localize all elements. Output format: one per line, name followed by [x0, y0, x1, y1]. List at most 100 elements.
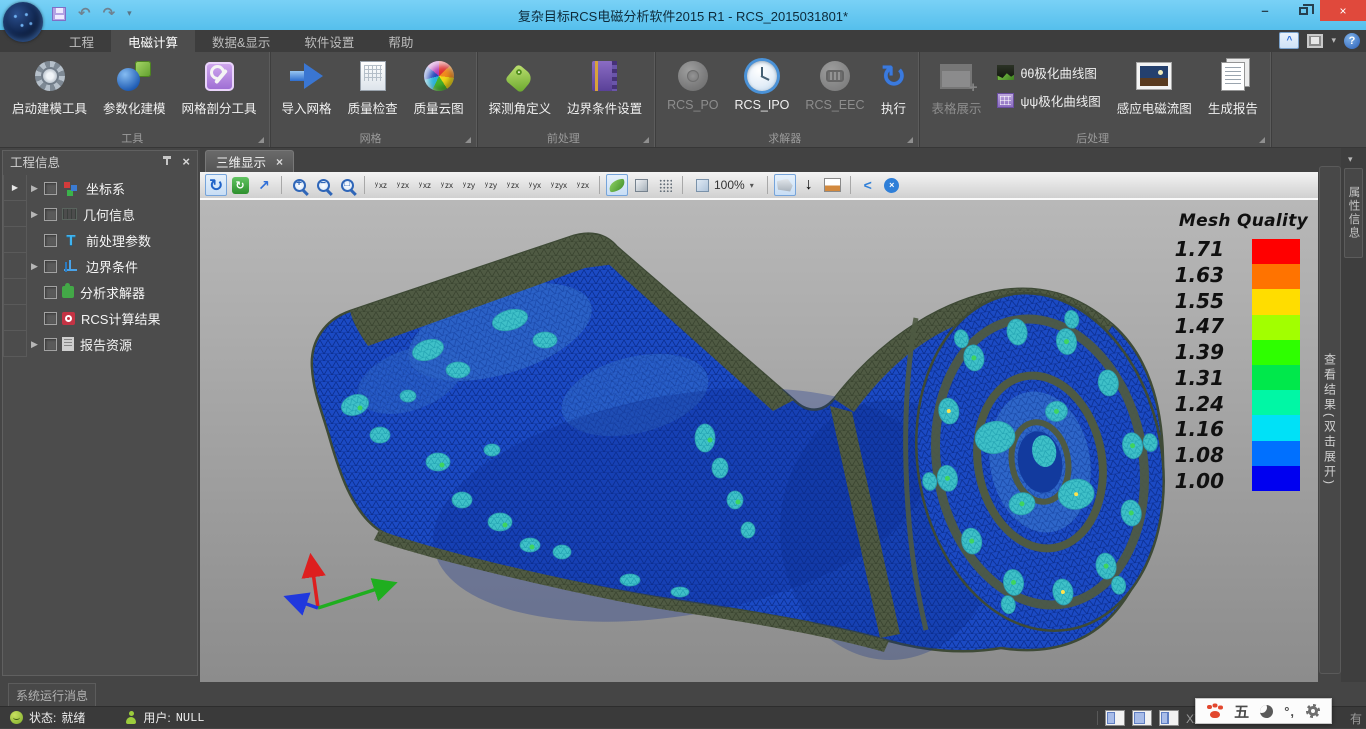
- ribbon-button-网格剖分工具[interactable]: 网格剖分工具: [174, 55, 265, 119]
- save-icon[interactable]: [52, 7, 66, 21]
- ime-settings-gear-icon[interactable]: [1306, 704, 1320, 718]
- view-orientation-button-2[interactable]: yxz: [415, 174, 435, 196]
- clip-plane-button[interactable]: [774, 174, 796, 196]
- layout-wide-panel-button[interactable]: [1132, 710, 1152, 726]
- restore-icon: [1299, 7, 1308, 15]
- group-dialog-launcher-icon[interactable]: [258, 137, 264, 143]
- close-view-button[interactable]: ×: [881, 174, 903, 196]
- ime-toolbar[interactable]: 五 °,: [1195, 698, 1332, 724]
- help-button[interactable]: ?: [1344, 33, 1360, 49]
- flat-shade-button[interactable]: [630, 174, 652, 196]
- property-info-collapsed-tab[interactable]: 属性信息: [1344, 168, 1363, 258]
- ribbon-button-导入网格[interactable]: 导入网格: [274, 55, 340, 119]
- panel-close-icon[interactable]: ×: [182, 155, 190, 168]
- undo-icon[interactable]: ↶: [78, 6, 91, 21]
- tree-item-坐标系[interactable]: ▶▶坐标系: [3, 175, 197, 201]
- tree-item-边界条件[interactable]: ▶ 边界条件: [3, 253, 197, 279]
- mesh-model[interactable]: [200, 200, 1318, 682]
- app-logo[interactable]: [3, 2, 43, 42]
- menu-tab-数据&显示[interactable]: 数据&显示: [195, 30, 287, 52]
- tab-3d-display[interactable]: 三维显示 ×: [205, 150, 294, 172]
- tree-item-RCS计算结果[interactable]: RCS计算结果: [3, 305, 197, 331]
- tree-checkbox[interactable]: [44, 312, 57, 325]
- grid-dots-button[interactable]: [654, 174, 676, 196]
- menu-tab-帮助[interactable]: 帮助: [371, 30, 430, 52]
- view-orientation-button-8[interactable]: yzyx: [547, 174, 571, 196]
- tree-item-分析求解器[interactable]: 分析求解器: [3, 279, 197, 305]
- zoom-out-button[interactable]: −: [312, 174, 334, 196]
- tree-checkbox[interactable]: [44, 208, 57, 221]
- group-dialog-launcher-icon[interactable]: [643, 137, 649, 143]
- group-dialog-launcher-icon[interactable]: [1259, 137, 1265, 143]
- view-orientation-button-7[interactable]: yyx: [525, 174, 545, 196]
- dock-caret-icon[interactable]: ▾: [1348, 154, 1353, 165]
- tree-item-几何信息[interactable]: ▶几何信息: [3, 201, 197, 227]
- system-messages-tab[interactable]: 系统运行消息: [8, 683, 96, 706]
- view-orientation-button-5[interactable]: yzy: [481, 174, 501, 196]
- export-image-button[interactable]: [822, 174, 844, 196]
- ribbon-button-质量检查[interactable]: 质量检查: [340, 55, 406, 119]
- ribbon-button-质量云图[interactable]: 质量云图: [406, 55, 472, 119]
- view-orientation-button-0[interactable]: yxz: [371, 174, 391, 196]
- tree-checkbox[interactable]: [44, 338, 57, 351]
- collapse-ribbon-button[interactable]: ^: [1279, 32, 1299, 49]
- view-orientation-button-3[interactable]: yzx: [437, 174, 457, 196]
- pin-icon[interactable]: [162, 156, 172, 168]
- tree-checkbox[interactable]: [44, 182, 57, 195]
- tree-item-前处理参数[interactable]: 前处理参数: [3, 227, 197, 253]
- ribbon-button-感应电磁流图[interactable]: 感应电磁流图: [1109, 55, 1200, 119]
- view-orientation-button-4[interactable]: yzy: [459, 174, 479, 196]
- zoom-level-select[interactable]: 100%▾: [689, 174, 761, 196]
- zoom-fit-button[interactable]: □: [336, 174, 358, 196]
- ime-wubi-mode-button[interactable]: 五: [1234, 701, 1249, 722]
- group-dialog-launcher-icon[interactable]: [465, 137, 471, 143]
- ribbon-button-参数化建模[interactable]: 参数化建模: [95, 55, 174, 119]
- menu-tab-电磁计算[interactable]: 电磁计算: [111, 30, 195, 52]
- arrow_down-button[interactable]: ↓: [798, 174, 820, 196]
- ribbon-button-边界条件设置[interactable]: 边界条件设置: [559, 55, 650, 119]
- share-button[interactable]: <: [857, 174, 879, 196]
- layout-left-panel-button[interactable]: [1105, 710, 1125, 726]
- menu-tab-工程[interactable]: 工程: [52, 30, 111, 52]
- expand-arrow-icon[interactable]: ▶: [27, 261, 42, 272]
- ribbon-button-探测角定义[interactable]: 探测角定义: [481, 55, 560, 119]
- view-orientation-button-6[interactable]: yzx: [503, 174, 523, 196]
- tree-checkbox[interactable]: [44, 260, 57, 273]
- ribbon-button-RCS_IPO[interactable]: RCS_IPO: [727, 55, 798, 114]
- redo-icon[interactable]: ↷: [103, 6, 116, 21]
- rotate-button[interactable]: ↻: [205, 174, 227, 196]
- ime-halfwidth-moon-icon[interactable]: [1260, 705, 1273, 718]
- orbit-button[interactable]: ↻: [229, 174, 251, 196]
- expand-arrow-icon[interactable]: ▶: [27, 339, 42, 350]
- menu-tab-软件设置[interactable]: 软件设置: [287, 30, 371, 52]
- ribbon-button-启动建模工具[interactable]: 启动建模工具: [4, 55, 95, 119]
- results-collapsed-tab[interactable]: 查看结果(双击展开): [1319, 166, 1341, 674]
- ime-punctuation-button[interactable]: °,: [1284, 704, 1295, 719]
- ribbon-button-ψψ极化曲线图[interactable]: ψψ极化曲线图: [997, 91, 1100, 110]
- ribbon-button-执行[interactable]: ↻执行: [872, 55, 914, 119]
- group-dialog-launcher-icon[interactable]: [907, 137, 913, 143]
- tree-item-label: 边界条件: [86, 257, 138, 276]
- quick-access-caret-icon[interactable]: ▾: [127, 8, 132, 19]
- tree-checkbox[interactable]: [44, 234, 57, 247]
- screen-icon[interactable]: [1307, 34, 1323, 48]
- restore-button[interactable]: [1286, 0, 1320, 21]
- layout-narrow-panel-button[interactable]: [1159, 710, 1179, 726]
- view-orientation-button-9[interactable]: yzx: [573, 174, 593, 196]
- ime-logo-paw-icon[interactable]: [1207, 704, 1223, 719]
- minimize-button[interactable]: –: [1248, 0, 1282, 21]
- screen-caret-icon[interactable]: ▾: [1331, 35, 1336, 46]
- tree-item-报告资源[interactable]: ▶报告资源: [3, 331, 197, 357]
- tree-checkbox[interactable]: [44, 286, 57, 299]
- expand-arrow-icon[interactable]: ▶: [27, 183, 42, 194]
- ribbon-button-生成报告[interactable]: 生成报告: [1200, 55, 1266, 119]
- tab-close-icon[interactable]: ×: [276, 155, 283, 169]
- pan-button[interactable]: ↗: [253, 174, 275, 196]
- zoom-in-button[interactable]: +: [288, 174, 310, 196]
- expand-arrow-icon[interactable]: ▶: [27, 209, 42, 220]
- shaded-leaf-button[interactable]: [606, 174, 628, 196]
- view-orientation-button-1[interactable]: yzx: [393, 174, 413, 196]
- ribbon-button-θθ极化曲线图[interactable]: θθ极化曲线图: [997, 63, 1100, 82]
- close-button[interactable]: ×: [1320, 0, 1366, 21]
- viewport-canvas[interactable]: Mesh Quality 1.711.631.551.471.391.311.2…: [200, 200, 1318, 682]
